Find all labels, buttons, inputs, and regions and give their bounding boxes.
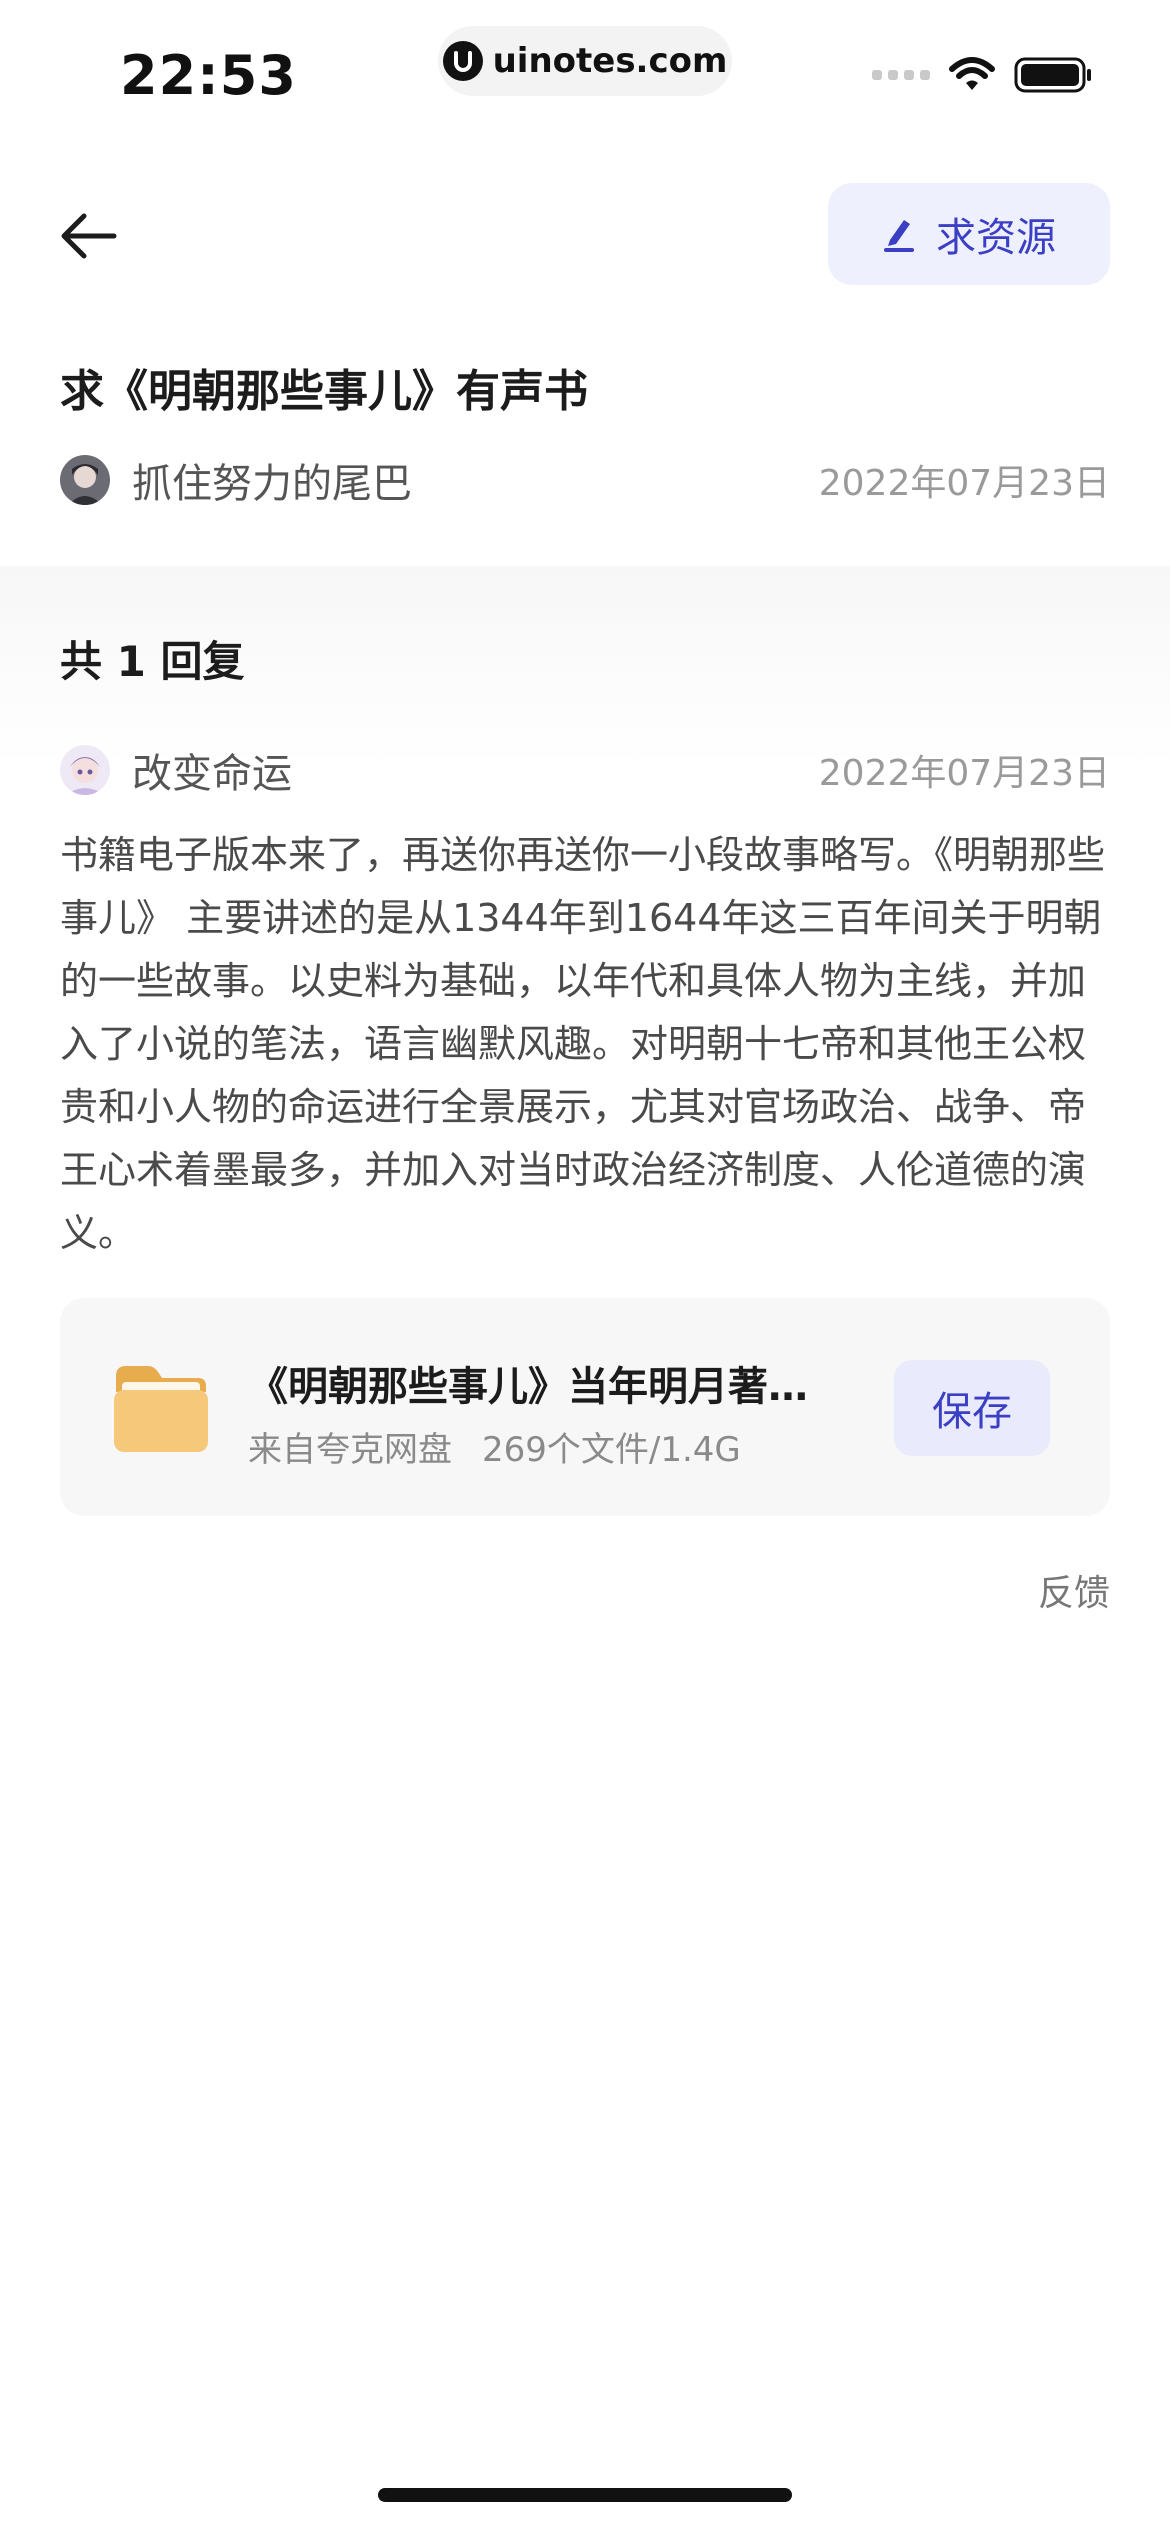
file-card[interactable]: 《明朝那些事儿》当年明月著（全套） 来自夸克网盘 269个文件/1.4G 保存 bbox=[60, 1298, 1110, 1516]
replies-section: 共 1 回复 改变命运 2022年07月23日 书籍电子版本来了，再送你再送你一… bbox=[0, 566, 1170, 2532]
post-author-row: 抓住努力的尾巴 2022年07月23日 bbox=[60, 452, 1110, 508]
post-date: 2022年07月23日 bbox=[818, 463, 1110, 504]
request-resource-label: 求资源 bbox=[936, 215, 1056, 261]
post-author-name[interactable]: 抓住努力的尾巴 bbox=[132, 451, 412, 509]
status-indicators bbox=[872, 56, 1094, 94]
save-button[interactable]: 保存 bbox=[894, 1360, 1050, 1456]
arrow-left-icon bbox=[61, 213, 117, 259]
post-author-avatar[interactable] bbox=[60, 455, 110, 505]
file-stats: 269个文件/1.4G bbox=[482, 1430, 741, 1470]
url-pill[interactable]: uinotes.com bbox=[438, 26, 732, 96]
feedback-link[interactable]: 反馈 bbox=[1038, 1564, 1110, 1616]
reply-count: 共 1 回复 bbox=[60, 637, 245, 686]
file-name: 《明朝那些事儿》当年明月著（全套） bbox=[248, 1364, 828, 1410]
reply-date: 2022年07月23日 bbox=[818, 753, 1110, 794]
file-source: 来自夸克网盘 bbox=[248, 1430, 452, 1470]
site-logo-icon bbox=[442, 41, 483, 81]
reply-author-row: 改变命运 2022年07月23日 bbox=[60, 742, 1110, 798]
home-indicator[interactable] bbox=[378, 2488, 792, 2502]
reply-author-name[interactable]: 改变命运 bbox=[132, 741, 292, 799]
cellular-signal-icon bbox=[872, 70, 930, 80]
status-bar: 22:53 uinotes.com bbox=[0, 0, 1170, 140]
back-button[interactable] bbox=[58, 196, 138, 276]
battery-icon bbox=[1014, 57, 1091, 93]
post-title: 求《明朝那些事儿》有声书 bbox=[60, 366, 588, 417]
folder-icon bbox=[112, 1362, 210, 1454]
status-time: 22:53 bbox=[120, 44, 297, 107]
pen-icon bbox=[884, 220, 914, 252]
reply-author-avatar[interactable] bbox=[60, 745, 110, 795]
wifi-icon bbox=[949, 57, 995, 90]
reply-body: 书籍电子版本来了，再送你再送你一小段故事略写。《明朝那些事儿》 主要讲述的是从1… bbox=[60, 833, 1106, 1255]
file-meta: 来自夸克网盘 269个文件/1.4G bbox=[248, 1422, 741, 1471]
url-text: uinotes.com bbox=[492, 41, 728, 81]
screen: 22:53 uinotes.com 求资源 求《明朝那些事儿》有声书 抓住努力的… bbox=[0, 0, 1170, 2532]
request-resource-button[interactable]: 求资源 bbox=[828, 183, 1110, 285]
